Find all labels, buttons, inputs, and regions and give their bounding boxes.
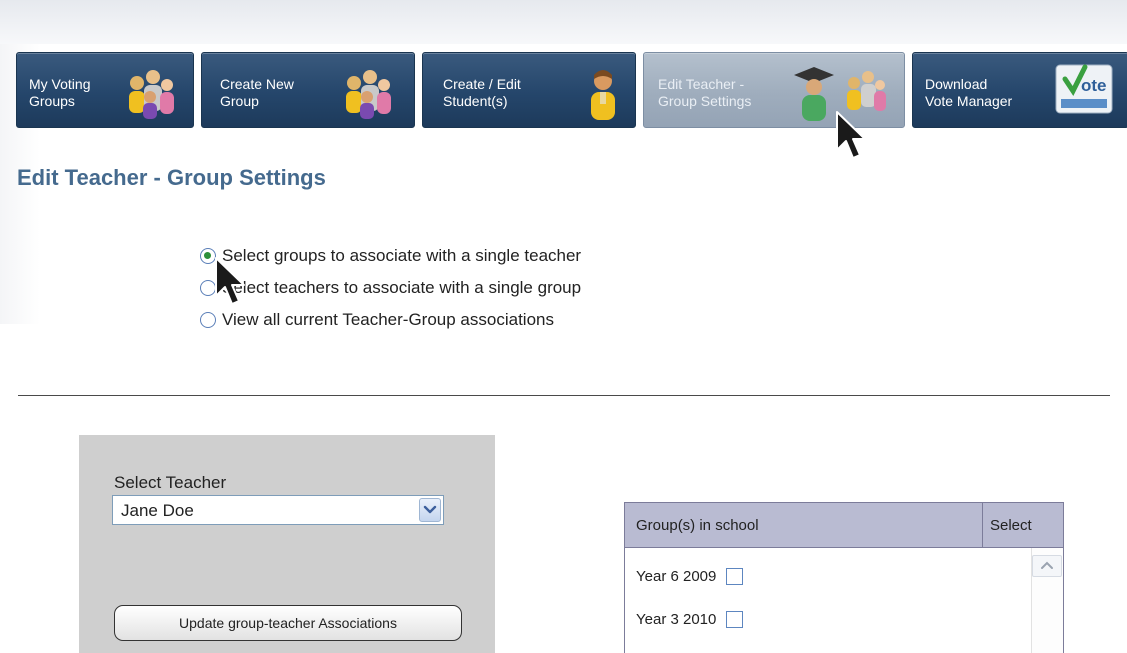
nav-create-new-group-button[interactable]: Create New Group [201,52,415,128]
group-select-checkbox[interactable] [726,567,744,585]
svg-text:ote: ote [1081,76,1107,95]
top-window-strip [0,0,1127,45]
scroll-up-button[interactable] [1032,555,1062,577]
vote-icon: ote [1055,64,1113,114]
nav-create-edit-students-button[interactable]: Create / Edit Student(s) [422,52,636,128]
radio-button[interactable] [200,280,216,296]
group-name: Year 3 2010 [636,610,717,628]
table-row: Year 3 2010 [636,605,744,633]
nav-button-label: Create New Group [220,76,294,109]
select-teacher-label: Select Teacher [114,473,227,492]
dropdown-arrow-button[interactable] [419,498,441,522]
table-header: Group(s) in school Select [625,503,1063,548]
option-teachers-to-group[interactable]: Select teachers to associate with a sing… [200,272,581,304]
group-name: Year 6 2009 [636,567,717,585]
group-icon [129,70,174,119]
option-groups-to-teacher[interactable]: Select groups to associate with a single… [200,240,581,272]
group-select-checkbox[interactable] [726,610,744,628]
nav-edit-teacher-group-settings-button[interactable]: Edit Teacher - Group Settings [643,52,905,128]
selected-teacher-value: Jane Doe [121,501,194,520]
student-icon [591,70,615,120]
nav-button-label: Edit Teacher - Group Settings [658,76,752,109]
option-label: Select groups to associate with a single… [222,246,582,265]
teacher-select-dropdown[interactable]: Jane Doe [112,495,444,525]
column-header-select: Select [990,517,1032,534]
radio-button[interactable] [200,248,216,264]
chevron-up-icon [1041,561,1053,569]
nav-my-voting-groups-button[interactable]: My Voting Groups [16,52,194,128]
nav-bar: My Voting Groups Create New Group Create… [16,52,1127,128]
teacher-group-icon [794,67,886,121]
groups-table: Group(s) in school Select Year 6 2009 Ye… [624,502,1064,653]
option-view-all-associations[interactable]: View all current Teacher-Group associati… [200,304,581,336]
group-icon [346,70,391,119]
column-header-groups: Group(s) in school [636,517,759,534]
chevron-down-icon [423,505,437,514]
page-title: Edit Teacher - Group Settings [17,165,326,190]
association-mode-options: Select groups to associate with a single… [200,240,581,336]
table-row: Year 6 2009 [636,562,744,590]
section-divider [18,395,1110,396]
nav-download-vote-manager-button[interactable]: Download Vote Manager ote [912,52,1127,128]
nav-button-label: Create / Edit Student(s) [443,76,521,109]
nav-button-label: Download Vote Manager [925,76,1013,109]
option-label: Select teachers to associate with a sing… [222,278,582,297]
update-associations-button[interactable]: Update group-teacher Associations [114,605,462,641]
option-label: View all current Teacher-Group associati… [222,310,554,329]
column-separator [982,503,983,547]
teacher-select-panel: Select Teacher Jane Doe Update group-tea… [79,435,495,653]
radio-button[interactable] [200,312,216,328]
